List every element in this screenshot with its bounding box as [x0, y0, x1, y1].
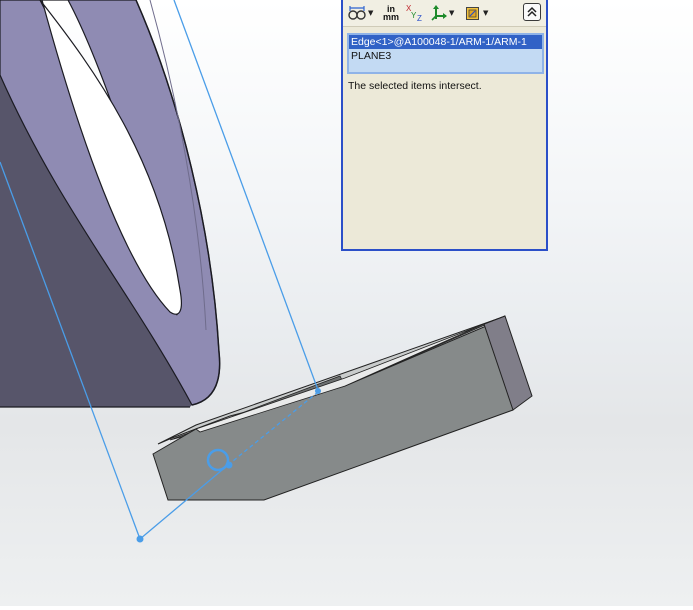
arc-condition-button[interactable]: ▼ — [348, 3, 373, 23]
xyz-dx-dy-dz-icon: X Y Z — [406, 4, 422, 22]
chevron-up-double-icon — [527, 6, 537, 17]
selection-item-plane[interactable]: PLANE3 — [349, 49, 542, 63]
svg-text:Z: Z — [417, 14, 422, 22]
projection-button[interactable]: ▼ — [465, 3, 488, 23]
coordinate-system-icon — [431, 5, 447, 21]
selection-list[interactable]: Edge<1>@A100048-1/ARM-1/ARM-1 PLANE3 — [347, 33, 544, 74]
projection-icon — [466, 7, 479, 20]
measure-result-text: The selected items intersect. — [348, 80, 482, 92]
edge-end-point[interactable] — [315, 388, 321, 394]
measure-panel: ▼ in mm X Y Z ▼ ▼ Edge<1>@A100048-1/ARM-… — [341, 0, 548, 251]
xyz-button[interactable]: X Y Z — [405, 3, 425, 23]
chevron-down-icon: ▼ — [483, 9, 489, 17]
units-label-bottom: mm — [382, 12, 399, 22]
plane-corner-point[interactable] — [136, 535, 144, 543]
chevron-down-icon: ▼ — [449, 9, 455, 17]
arc-circle-condition-icon — [348, 6, 366, 20]
intersection-point[interactable] — [225, 461, 233, 469]
selection-item-edge[interactable]: Edge<1>@A100048-1/ARM-1/ARM-1 — [349, 35, 542, 49]
chevron-down-icon: ▼ — [368, 9, 374, 17]
measure-toolbar: ▼ in mm X Y Z ▼ ▼ — [343, 0, 546, 27]
units-precision-button[interactable]: in mm — [380, 3, 402, 23]
coordinate-system-button[interactable]: ▼ — [431, 3, 454, 23]
collapse-button[interactable] — [523, 3, 541, 21]
